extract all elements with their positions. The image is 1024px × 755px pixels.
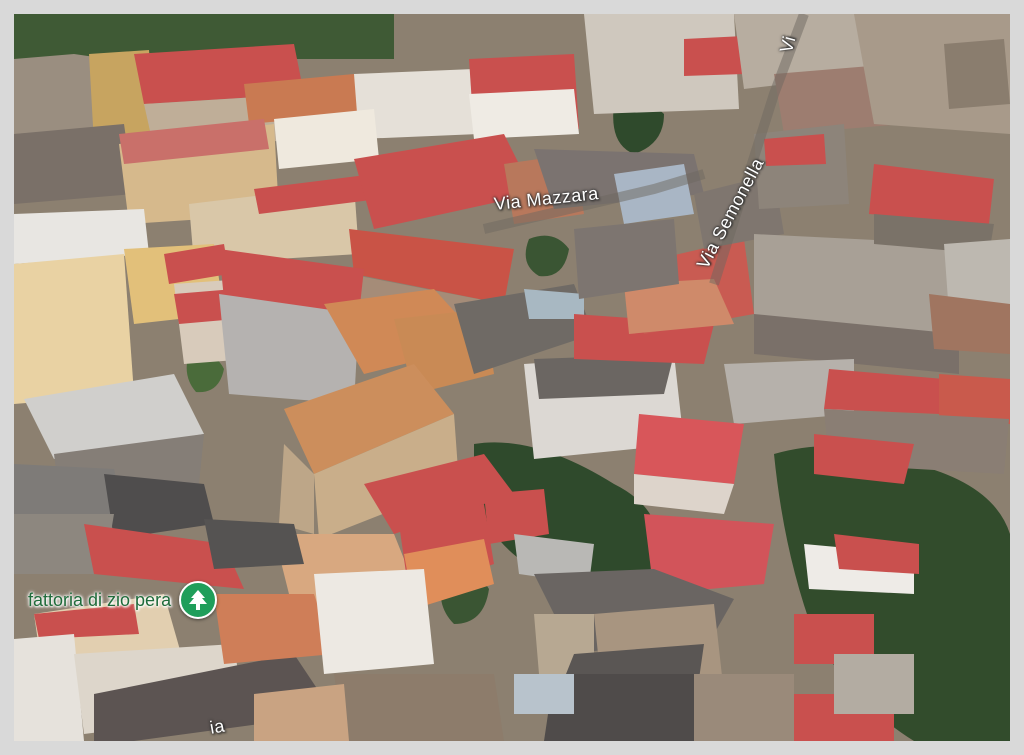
tree-icon bbox=[189, 590, 208, 610]
poi-pin[interactable] bbox=[179, 581, 218, 619]
poi-marker[interactable]: fattoria di zio pera bbox=[28, 581, 218, 619]
aerial-imagery bbox=[14, 14, 1010, 741]
map-view[interactable]: Via Mazzara Via Semonella Vi ia fattoria… bbox=[14, 14, 1010, 741]
poi-label[interactable]: fattoria di zio pera bbox=[28, 590, 171, 611]
